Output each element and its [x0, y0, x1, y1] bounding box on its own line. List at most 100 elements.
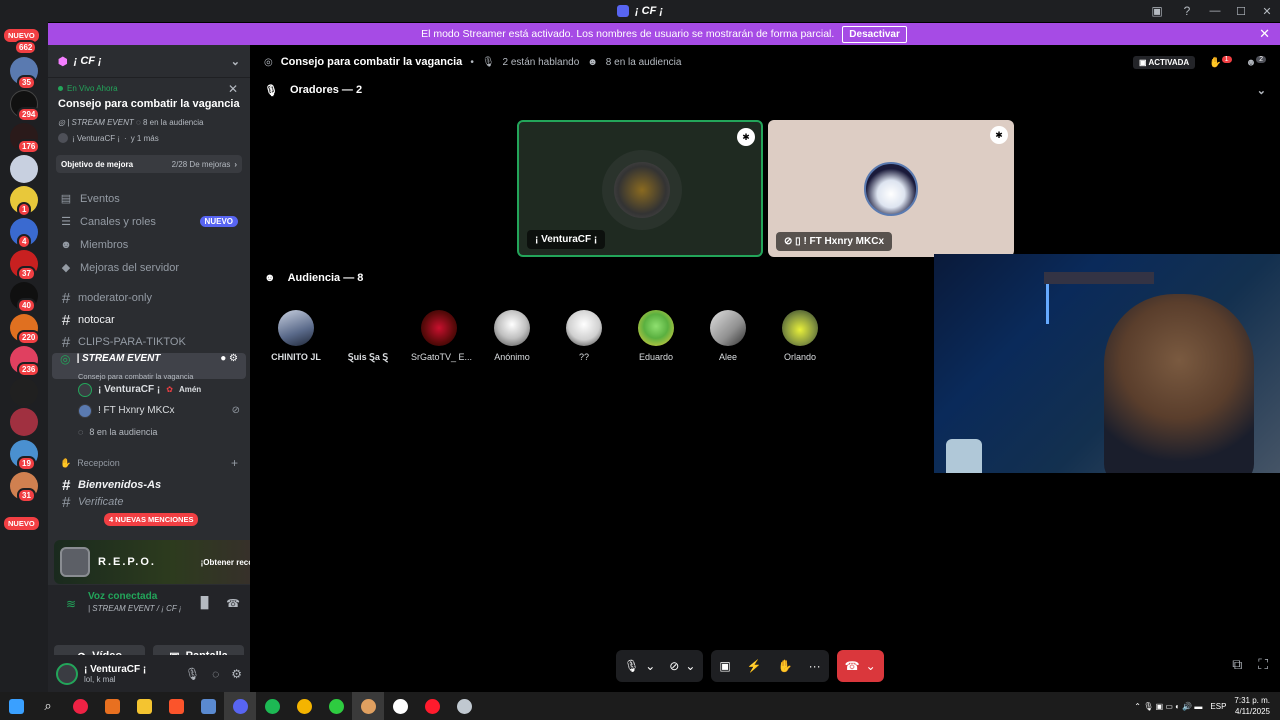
server-icon[interactable]: [10, 155, 38, 183]
members-icon[interactable]: ☻ 2: [1246, 55, 1266, 68]
new-mentions-badge[interactable]: 4 NUEVAS MENCIONES: [104, 513, 199, 526]
chrome-icon[interactable]: [64, 692, 96, 720]
deactivate-button[interactable]: Desactivar: [842, 25, 907, 43]
voice-user-name: ¡ VenturaCF ¡: [98, 384, 161, 395]
goal-label: Objetivo de mejora: [61, 159, 134, 169]
audience-member[interactable]: CHINITO JL: [268, 310, 324, 362]
app-orange-icon[interactable]: [352, 692, 384, 720]
boost-goal[interactable]: Objetivo de mejora 2/28 De mejoras ›: [56, 155, 242, 173]
help-icon[interactable]: ?: [1172, 4, 1202, 18]
audience-member[interactable]: SrGatoTV_ E...: [411, 310, 472, 362]
soundboard-icon[interactable]: ▐▌: [197, 597, 213, 610]
audience-header[interactable]: ☻ Audiencia — 8: [250, 267, 377, 289]
calculator-icon[interactable]: [192, 692, 224, 720]
brave-icon[interactable]: [160, 692, 192, 720]
people-icon: ☻: [264, 272, 276, 284]
audience-member[interactable]: Anónimo: [484, 310, 540, 362]
mic-control[interactable]: 🎙 ⌄ ⊘ ⌄: [616, 650, 704, 682]
server-header[interactable]: ⬢ ¡ CF ¡ ⌄: [48, 45, 250, 78]
raise-hand-icon[interactable]: ✋ 1: [1209, 55, 1232, 68]
obs-icon[interactable]: [384, 692, 416, 720]
speaker-tile[interactable]: ✱ ⊘ ▯ ! FT Hxnry MKCx: [768, 120, 1014, 257]
clock[interactable]: 7:31 p. m. 4/11/2025: [1234, 695, 1270, 717]
start-button[interactable]: [0, 692, 32, 720]
headphones-icon[interactable]: ◌: [212, 667, 219, 681]
avatar: [78, 382, 92, 397]
chevron-down-icon[interactable]: ⌄: [1257, 84, 1266, 97]
app-green-icon[interactable]: [320, 692, 352, 720]
chevron-down-icon[interactable]: ⌄: [866, 659, 876, 673]
minimize-button[interactable]: —: [1202, 5, 1228, 17]
channel-bienvenidos[interactable]: # Bienvenidos-As: [48, 474, 250, 496]
popout-icon[interactable]: ⧉: [1232, 656, 1242, 673]
audience-title: Audiencia — 8: [287, 272, 364, 284]
menu-channels-roles[interactable]: ☰ Canales y roles NUEVO: [48, 210, 250, 233]
activity-icon[interactable]: ⚡: [747, 659, 762, 673]
stage-topbar: ◎ Consejo para combatir la vagancia • 🎙 …: [250, 45, 1280, 79]
channel-clips[interactable]: # CLIPS-PARA-TIKTOK: [48, 331, 250, 353]
live-event-card[interactable]: En Vivo Ahora Consejo para combatir la v…: [48, 78, 250, 149]
microphone-icon[interactable]: 🎙: [185, 667, 200, 681]
audience-member[interactable]: ??: [556, 310, 612, 362]
menu-events[interactable]: ▤ Eventos: [48, 187, 250, 210]
tray-icons[interactable]: ⌃ 🎙 ▣ ▭ ◐ 🔊 ▬: [1134, 702, 1202, 711]
close-icon[interactable]: ✕: [228, 82, 238, 96]
chevron-down-icon[interactable]: ⌄: [645, 659, 655, 673]
view-controls: ⧉ ⛶: [1232, 656, 1268, 673]
screen-share-icon[interactable]: ▣: [719, 659, 730, 673]
audience-count[interactable]: ◌ 8 en la audiencia: [48, 421, 250, 442]
category-recepcion[interactable]: ✋ Recepcion +: [48, 452, 250, 474]
voice-user[interactable]: ¡ VenturaCF ¡ ✿ Amén: [48, 379, 250, 400]
settings-gear-icon[interactable]: ⚙: [231, 667, 242, 681]
menu-boosts[interactable]: ◆ Mejoras del servidor: [48, 256, 250, 279]
inbox-icon[interactable]: ▣: [1142, 4, 1172, 18]
server-icon[interactable]: [10, 378, 38, 406]
more-icon[interactable]: ···: [809, 659, 821, 673]
voice-user-name: ! FT Hxnry MKCx: [98, 405, 175, 416]
add-channel-icon[interactable]: +: [231, 456, 238, 470]
channel-actions-icon[interactable]: ● ⚙: [220, 353, 238, 364]
language-indicator[interactable]: ESP: [1210, 702, 1226, 711]
channel-stream-event[interactable]: ◎ | STREAM EVENT ● ⚙ Consejo para combat…: [52, 352, 246, 381]
search-icon[interactable]: ⌕: [32, 692, 64, 720]
window-controls: ▣ ? — ☐ ✕: [1142, 0, 1280, 22]
disconnect-icon[interactable]: ☎: [226, 597, 240, 610]
activated-pill[interactable]: ▣ ACTIVADA: [1132, 55, 1196, 69]
voice-user[interactable]: ! FT Hxnry MKCx ⊘: [48, 400, 250, 421]
audience-member[interactable]: Eduardo: [628, 310, 684, 362]
close-window-button[interactable]: ✕: [1254, 5, 1280, 18]
discord-icon[interactable]: [224, 692, 256, 720]
server-list: NUEVO 662 35 294 176 1 4 37 40 220 236 1…: [0, 22, 48, 692]
server-badge: 220: [17, 330, 41, 345]
boost-icon: ⬢: [58, 55, 68, 68]
folder-icon[interactable]: [128, 692, 160, 720]
channel-moderator-only[interactable]: # moderator-only: [48, 287, 250, 309]
invite-icon[interactable]: ✋: [778, 659, 793, 673]
channel-verificate[interactable]: # Verificate: [48, 496, 250, 508]
spotify-icon[interactable]: [256, 692, 288, 720]
chevron-down-icon[interactable]: ⌄: [685, 659, 695, 673]
maximize-button[interactable]: ☐: [1228, 5, 1254, 18]
leave-stage-button[interactable]: ☎ ⌄: [836, 650, 884, 682]
steam-icon[interactable]: [448, 692, 480, 720]
opera-icon[interactable]: [416, 692, 448, 720]
channel-notocar[interactable]: # notocar: [48, 309, 250, 331]
audience-member[interactable]: Orlando: [772, 310, 828, 362]
close-banner-icon[interactable]: ✕: [1259, 26, 1270, 42]
audience-member[interactable]: Ȿuis Ȿa Ȿ: [340, 310, 396, 363]
server-icon[interactable]: [10, 408, 38, 436]
video-off-icon[interactable]: ⊘: [669, 659, 679, 673]
speakers-header[interactable]: 🎙 Oradores — 2 ⌄: [250, 79, 1280, 101]
chevron-down-icon[interactable]: ⌄: [231, 55, 240, 68]
server-badge: 1: [17, 202, 32, 217]
app-icon[interactable]: [96, 692, 128, 720]
menu-members[interactable]: ☻ Miembros: [48, 233, 250, 256]
wave-icon: ✋: [60, 457, 72, 468]
speaker-tile[interactable]: ✱ ¡ VenturaCF ¡: [517, 120, 763, 257]
avatar[interactable]: [56, 662, 78, 685]
chrome-profile-icon[interactable]: [288, 692, 320, 720]
fullscreen-icon[interactable]: ⛶: [1258, 656, 1268, 673]
avatar: [614, 162, 670, 218]
audience-member[interactable]: Alee: [700, 310, 756, 362]
new-badge-bottom: NUEVO: [4, 517, 39, 530]
